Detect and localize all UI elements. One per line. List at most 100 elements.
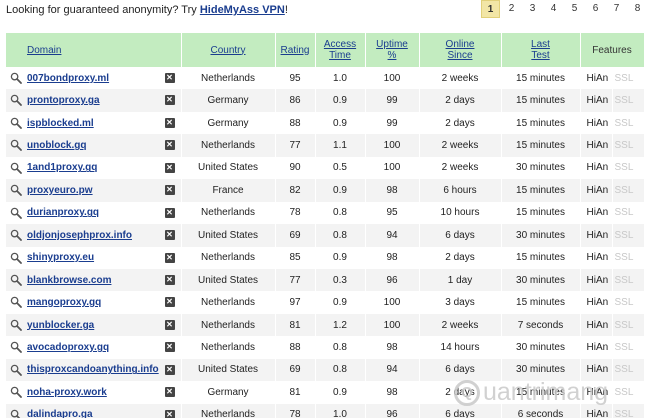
feature-ssl: SSL <box>612 67 645 90</box>
close-icon[interactable]: ✕ <box>164 162 175 173</box>
search-icon[interactable] <box>10 252 22 264</box>
domain-link[interactable]: oldjonjosephprox.info <box>27 230 132 241</box>
search-icon[interactable] <box>10 94 22 107</box>
search-icon[interactable] <box>10 139 22 152</box>
feature-ssl: SSL <box>612 358 645 382</box>
uptime-cell: 98 <box>365 246 420 269</box>
uptime-cell: 100 <box>365 291 420 314</box>
country-cell: Netherlands <box>181 201 276 225</box>
close-icon[interactable]: ✕ <box>164 387 175 398</box>
search-icon[interactable] <box>10 364 22 376</box>
page-5-button[interactable]: 5 <box>565 0 584 18</box>
domain-link[interactable]: thisproxcandoanything.info <box>27 364 159 375</box>
search-icon[interactable] <box>10 386 22 399</box>
proxy-table: Domain Country Rating Access Time Uptime%… <box>6 33 645 418</box>
domain-cell: 1and1proxy.gq ✕ <box>6 156 182 180</box>
domain-link[interactable]: unoblock.gq <box>27 140 86 151</box>
header-access-time[interactable]: Access Time <box>315 33 366 67</box>
close-icon[interactable]: ✕ <box>164 319 175 330</box>
access-time-cell: 1.1 <box>315 134 366 157</box>
search-icon[interactable] <box>10 207 22 219</box>
close-icon[interactable]: ✕ <box>164 117 175 128</box>
domain-link[interactable]: avocadoproxy.gq <box>27 342 109 353</box>
search-icon[interactable] <box>10 162 22 174</box>
rating-cell: 69 <box>275 224 316 247</box>
access-time-cell: 0.8 <box>315 358 366 382</box>
feature-ssl: SSL <box>612 89 645 112</box>
rating-cell: 95 <box>275 67 316 90</box>
domain-link[interactable]: durianproxy.gq <box>27 207 99 218</box>
page-6-button[interactable]: 6 <box>586 0 605 18</box>
page-4-button[interactable]: 4 <box>544 0 563 18</box>
close-icon[interactable]: ✕ <box>164 297 175 308</box>
search-icon[interactable] <box>10 184 22 197</box>
page-8-button[interactable]: 8 <box>628 0 647 18</box>
feature-hian: HiAn <box>580 246 613 269</box>
search-icon[interactable] <box>10 274 22 286</box>
domain-link[interactable]: proxyeuro.pw <box>27 185 93 196</box>
close-icon[interactable]: ✕ <box>164 409 175 418</box>
last-test-cell: 15 minutes <box>501 111 581 135</box>
close-icon[interactable]: ✕ <box>164 207 175 218</box>
country-cell: Netherlands <box>181 313 276 337</box>
domain-link[interactable]: 1and1proxy.gq <box>27 162 97 173</box>
feature-ssl: SSL <box>612 111 645 135</box>
close-icon[interactable]: ✕ <box>164 230 175 241</box>
page-1-button[interactable]: 1 <box>481 0 500 18</box>
last-test-cell: 15 minutes <box>501 291 581 314</box>
page-7-button[interactable]: 7 <box>607 0 626 18</box>
promo-vpn-link[interactable]: HideMyAss VPN <box>200 4 285 16</box>
close-icon[interactable]: ✕ <box>164 185 175 196</box>
uptime-cell: 94 <box>365 224 420 247</box>
feature-ssl: SSL <box>612 268 645 292</box>
page-3-button[interactable]: 3 <box>523 0 542 18</box>
search-icon[interactable] <box>10 319 22 331</box>
close-icon[interactable]: ✕ <box>164 140 175 151</box>
header-last-test[interactable]: Last Test <box>501 33 581 67</box>
domain-link[interactable]: shinyproxy.eu <box>27 252 94 263</box>
domain-link[interactable]: noha-proxy.work <box>27 387 107 398</box>
domain-cell: prontoproxy.ga ✕ <box>6 89 182 112</box>
search-icon[interactable] <box>10 117 22 129</box>
domain-link[interactable]: yunblocker.ga <box>27 320 94 331</box>
header-country[interactable]: Country <box>181 33 276 67</box>
search-icon[interactable] <box>10 341 22 354</box>
close-icon[interactable]: ✕ <box>164 73 175 83</box>
close-icon[interactable]: ✕ <box>164 364 175 375</box>
search-icon[interactable] <box>10 296 22 309</box>
online-since-cell: 10 hours <box>419 201 502 225</box>
access-time-cell: 0.5 <box>315 156 366 180</box>
search-icon[interactable] <box>10 229 22 241</box>
domain-link[interactable]: dalindapro.ga <box>27 409 93 418</box>
rating-cell: 86 <box>275 89 316 112</box>
domain-link[interactable]: mangoproxy.gq <box>27 297 101 308</box>
search-icon[interactable] <box>10 409 22 418</box>
close-icon[interactable]: ✕ <box>164 342 175 353</box>
country-cell: Netherlands <box>181 134 276 157</box>
access-time-cell: 0.3 <box>315 268 366 292</box>
domain-link[interactable]: ispblocked.ml <box>27 118 94 129</box>
domain-cell: durianproxy.gq ✕ <box>6 201 182 225</box>
search-icon[interactable] <box>10 72 22 84</box>
header-uptime[interactable]: Uptime% <box>365 33 420 67</box>
domain-link[interactable]: prontoproxy.ga <box>27 95 100 106</box>
header-rating[interactable]: Rating <box>275 33 316 67</box>
close-icon[interactable]: ✕ <box>164 95 175 106</box>
header-online-since[interactable]: Online Since <box>419 33 502 67</box>
page-2-button[interactable]: 2 <box>502 0 521 18</box>
feature-ssl: SSL <box>612 291 645 314</box>
table-row: blankbrowse.com ✕ United States 77 0.3 96 1 da… <box>6 268 645 292</box>
online-since-cell: 6 days <box>419 224 502 247</box>
last-test-cell: 15 minutes <box>501 179 581 202</box>
online-since-cell: 3 days <box>419 291 502 314</box>
online-since-cell: 6 hours <box>419 179 502 202</box>
country-cell: Netherlands <box>181 246 276 269</box>
promo-suffix: ! <box>284 4 288 16</box>
domain-link[interactable]: 007bondproxy.ml <box>27 73 109 84</box>
domain-link[interactable]: blankbrowse.com <box>27 275 111 286</box>
close-icon[interactable]: ✕ <box>164 252 175 263</box>
header-domain[interactable]: Domain <box>6 33 182 67</box>
online-since-cell: 2 weeks <box>419 134 502 157</box>
online-since-cell: 2 weeks <box>419 313 502 337</box>
close-icon[interactable]: ✕ <box>164 274 175 285</box>
